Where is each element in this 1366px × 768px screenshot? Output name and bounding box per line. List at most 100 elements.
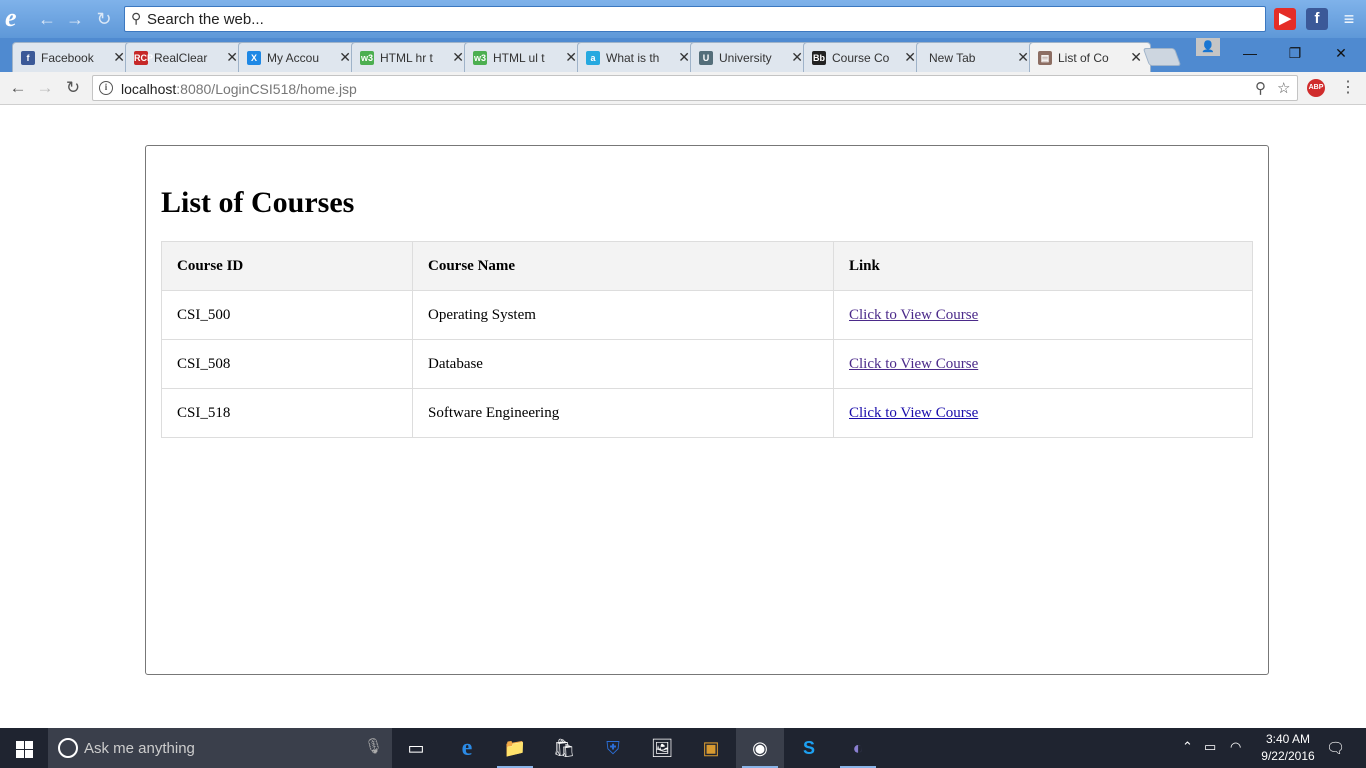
tab-title: RealClear (154, 51, 208, 65)
close-tab-icon[interactable]: ✕ (678, 49, 690, 66)
course-id-cell: CSI_518 (161, 388, 413, 438)
url-path: :8080/LoginCSI518/home.jsp (176, 81, 357, 97)
ie-logo-icon[interactable]: e (5, 5, 31, 31)
show-hidden-icons-icon[interactable]: ⌃ (1182, 739, 1193, 755)
tab-title: University (719, 51, 772, 65)
courses-table: Course ID Course Name Link CSI_500 Opera… (161, 241, 1253, 438)
close-tab-icon[interactable]: ✕ (565, 49, 577, 66)
battery-icon[interactable]: ▭ (1204, 739, 1216, 755)
close-tab-icon[interactable]: ✕ (113, 49, 125, 66)
chrome-icon[interactable]: ◉ (736, 728, 784, 768)
tab-title: My Accou (267, 51, 320, 65)
table-header-row: Course ID Course Name Link (161, 241, 1253, 291)
wifi-icon[interactable]: ◠ (1230, 739, 1241, 755)
tab-1[interactable]: f Facebook ✕ (12, 42, 134, 72)
course-link-cell: Click to View Course (833, 339, 1253, 389)
tab-6[interactable]: a What is th ✕ (577, 42, 699, 72)
tab-strip: f Facebook ✕ RCP RealClear ✕ X My Accou ✕ w3 HTML … (0, 38, 1366, 73)
back-button[interactable]: ← (6, 77, 30, 99)
clock-time: 3:40 AM (1265, 732, 1311, 746)
address-bar[interactable]: i localhost:8080/LoginCSI518/home.jsp ⚲ … (92, 75, 1298, 101)
tab-8[interactable]: Bb Course Co ✕ (803, 42, 925, 72)
answers-icon: a (586, 51, 600, 65)
tab-title: HTML hr t (380, 51, 433, 65)
tab-9[interactable]: New Tab ✕ (916, 42, 1038, 72)
file-explorer-icon[interactable]: 📁 (491, 728, 539, 768)
page-icon: ▤ (1038, 51, 1052, 65)
ie-refresh-icon[interactable]: ↻ (93, 8, 115, 30)
close-tab-icon[interactable]: ✕ (452, 49, 464, 66)
ie-search-box[interactable]: ⚲ (124, 6, 1266, 32)
page-content: List of Courses Course ID Course Name Li… (0, 106, 1366, 728)
close-tab-icon[interactable]: ✕ (339, 49, 351, 66)
bookmark-star-icon[interactable]: ☆ (1277, 79, 1290, 97)
tab-title: HTML ul t (493, 51, 545, 65)
ie-forward-icon[interactable]: → (64, 8, 86, 30)
minimize-button[interactable]: — (1227, 40, 1273, 66)
facebook-icon[interactable]: f (1306, 8, 1328, 30)
view-course-link[interactable]: Click to View Course (849, 307, 978, 323)
table-row: CSI_500 Operating System Click to View C… (161, 290, 1253, 340)
cortana-search-box[interactable]: 🎙 (48, 728, 392, 768)
cortana-search-input[interactable] (84, 738, 344, 758)
rcp-icon: RCP (134, 51, 154, 65)
adblock-plus-icon[interactable]: ABP (1307, 79, 1325, 97)
ie-search-input[interactable] (147, 9, 1247, 29)
facebook-icon: f (21, 51, 35, 65)
microphone-icon[interactable]: 🎙 (364, 737, 383, 755)
tab-title: What is th (606, 51, 660, 65)
search-icon: ⚲ (131, 10, 142, 26)
close-tab-icon[interactable]: ✕ (226, 49, 238, 66)
close-tab-icon[interactable]: ✕ (1130, 49, 1142, 66)
info-icon[interactable]: i (99, 81, 113, 95)
restore-button[interactable]: ❐ (1272, 40, 1318, 66)
course-name-cell: Operating System (412, 290, 834, 340)
task-view-icon[interactable]: ▭ (392, 728, 440, 768)
table-row: CSI_508 Database Click to View Course (161, 339, 1253, 389)
cortana-icon (58, 738, 78, 758)
close-window-button[interactable]: ✕ (1318, 40, 1364, 66)
url-text[interactable]: localhost:8080/LoginCSI518/home.jsp (121, 81, 357, 97)
ie-back-icon[interactable]: ← (36, 8, 58, 30)
eclipse-icon[interactable]: ◐ (834, 728, 882, 768)
tab-7[interactable]: U University ✕ (690, 42, 812, 72)
tab-title: New Tab (929, 51, 976, 65)
hamburger-menu-icon[interactable]: ≡ (1338, 8, 1360, 30)
pin-icon[interactable]: ⚲ (1255, 79, 1266, 97)
w3-icon: w3 (360, 51, 374, 65)
view-course-link[interactable]: Click to View Course (849, 356, 978, 372)
sublime-icon[interactable]: ▣ (687, 728, 735, 768)
url-host: localhost (121, 81, 177, 97)
photos-icon[interactable]: 🖼 (638, 728, 686, 768)
clock-date: 9/22/2016 (1261, 749, 1315, 763)
course-link-cell: Click to View Course (833, 290, 1253, 340)
close-tab-icon[interactable]: ✕ (1017, 49, 1029, 66)
tab-5[interactable]: w3 HTML ul t ✕ (464, 42, 586, 72)
system-clock[interactable]: 3:40 AM 9/22/2016 (1256, 731, 1320, 765)
close-tab-icon[interactable]: ✕ (791, 49, 803, 66)
tab-title: Facebook (41, 51, 94, 65)
profile-icon[interactable]: 👤 (1196, 38, 1220, 56)
new-tab-button[interactable] (1142, 48, 1182, 66)
forward-button[interactable]: → (33, 77, 57, 99)
start-button[interactable] (0, 728, 48, 768)
page-title: List of Courses (161, 186, 355, 219)
store-icon[interactable]: 🛍 (540, 728, 588, 768)
chrome-menu-icon[interactable]: ⋮ (1340, 77, 1356, 97)
tab-title: Course Co (832, 51, 890, 65)
courses-panel: List of Courses Course ID Course Name Li… (145, 145, 1269, 675)
tab-2[interactable]: RCP RealClear ✕ (125, 42, 247, 72)
defender-icon[interactable]: ⛨ (589, 728, 637, 768)
view-course-link[interactable]: Click to View Course (849, 405, 978, 421)
reload-button[interactable]: ↻ (61, 77, 85, 99)
youtube-icon[interactable]: ▶ (1274, 8, 1296, 30)
action-center-icon[interactable]: 🗨 (1326, 739, 1345, 757)
tab-10[interactable]: ▤ List of Co ✕ (1029, 42, 1151, 73)
tab-4[interactable]: w3 HTML hr t ✕ (351, 42, 473, 72)
column-header-course-id: Course ID (161, 241, 413, 291)
edge-icon[interactable]: e (443, 728, 491, 768)
tab-3[interactable]: X My Accou ✕ (238, 42, 360, 72)
blackboard-icon: Bb (812, 51, 826, 65)
skype-icon[interactable]: S (785, 728, 833, 768)
close-tab-icon[interactable]: ✕ (904, 49, 916, 66)
